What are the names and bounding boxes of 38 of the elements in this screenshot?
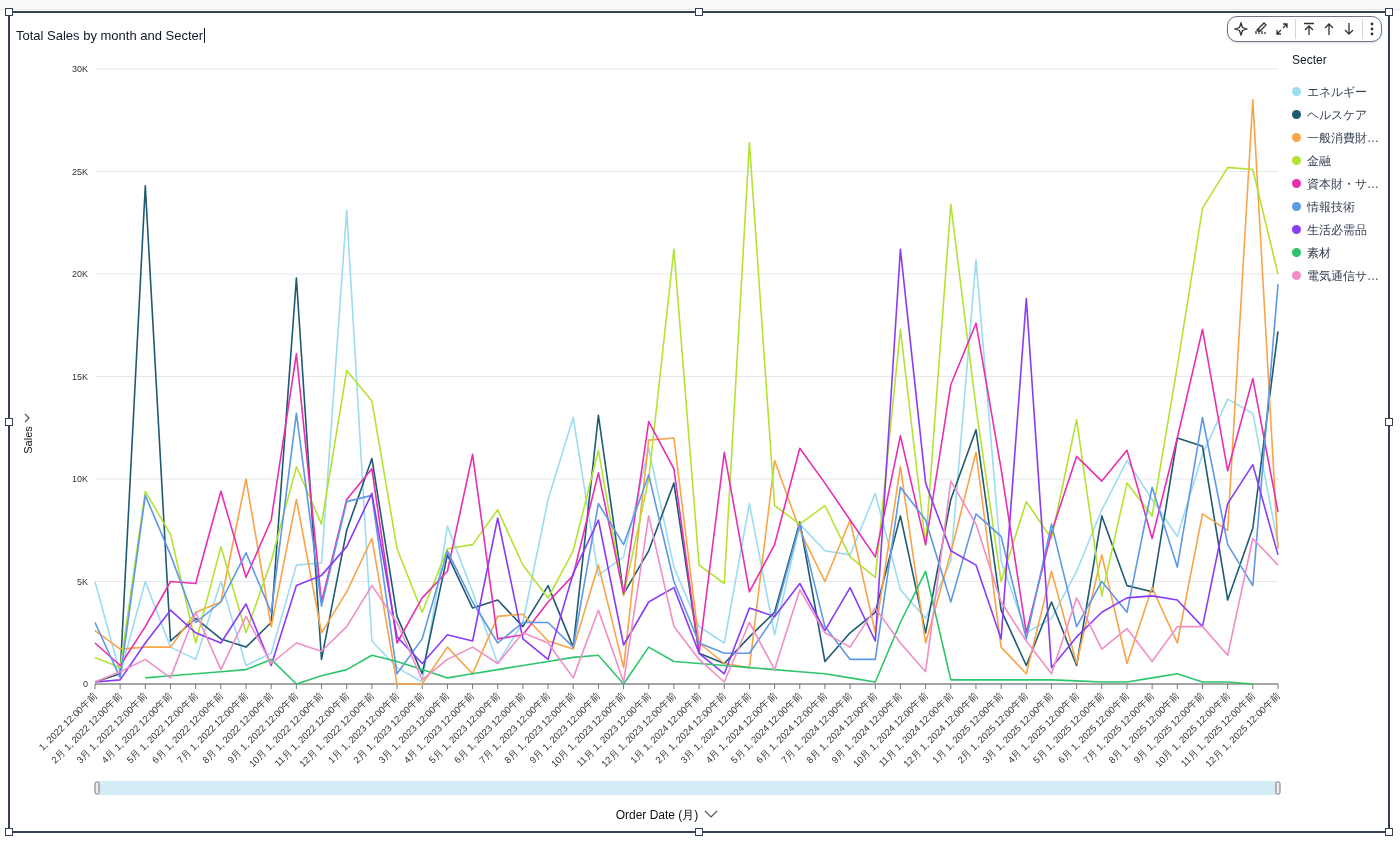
resize-handle[interactable] bbox=[1385, 828, 1393, 836]
legend-label[interactable]: ヘルスケア bbox=[1307, 105, 1367, 124]
chevron-icon[interactable] bbox=[704, 810, 718, 818]
chart-pencil-icon[interactable] bbox=[1254, 22, 1269, 36]
arrow-up-icon[interactable] bbox=[1322, 22, 1336, 36]
y-tick-label: 30K bbox=[72, 64, 88, 74]
more-icon[interactable] bbox=[1369, 22, 1375, 36]
legend-title: Secter bbox=[1292, 52, 1328, 69]
resize-handle[interactable] bbox=[5, 8, 13, 16]
legend-label[interactable]: 素材 bbox=[1307, 243, 1331, 262]
y-axis-title: Sales bbox=[22, 426, 34, 454]
y-tick-label: 15K bbox=[72, 371, 88, 382]
legend-label[interactable]: 金融 bbox=[1307, 151, 1331, 170]
x-axis-title: Order Date (月) bbox=[615, 808, 699, 822]
legend-label[interactable]: 電気通信サ… bbox=[1307, 266, 1379, 285]
expand-icon[interactable] bbox=[1275, 22, 1289, 36]
sparkle-icon[interactable] bbox=[1234, 22, 1248, 36]
resize-handle[interactable] bbox=[695, 8, 703, 16]
resize-handle[interactable] bbox=[5, 828, 13, 836]
resize-handle[interactable] bbox=[1385, 8, 1393, 16]
arrow-down-icon[interactable] bbox=[1342, 22, 1356, 36]
y-tick-label: 5K bbox=[77, 576, 88, 587]
y-tick-label: 0 bbox=[83, 679, 88, 689]
chevron-icon[interactable] bbox=[24, 413, 30, 423]
legend-label[interactable]: 資本財・サ… bbox=[1307, 174, 1379, 193]
legend-label[interactable]: 生活必需品 bbox=[1307, 220, 1367, 239]
chart-title: Total Sales by month and Secter bbox=[16, 28, 206, 43]
legend-label[interactable]: 一般消費財… bbox=[1307, 128, 1379, 147]
resize-handle[interactable] bbox=[695, 828, 703, 836]
y-tick-label: 10K bbox=[72, 474, 88, 484]
legend-label[interactable]: エネルギー bbox=[1307, 82, 1367, 101]
y-tick-label: 20K bbox=[72, 269, 88, 279]
resize-handle[interactable] bbox=[1385, 418, 1393, 426]
zoom-slider[interactable] bbox=[94, 781, 1281, 795]
legend-label[interactable]: 情報技術 bbox=[1307, 197, 1355, 216]
sort-top-icon[interactable] bbox=[1302, 22, 1316, 36]
resize-handle[interactable] bbox=[5, 418, 13, 426]
y-tick-label: 25K bbox=[72, 166, 88, 177]
